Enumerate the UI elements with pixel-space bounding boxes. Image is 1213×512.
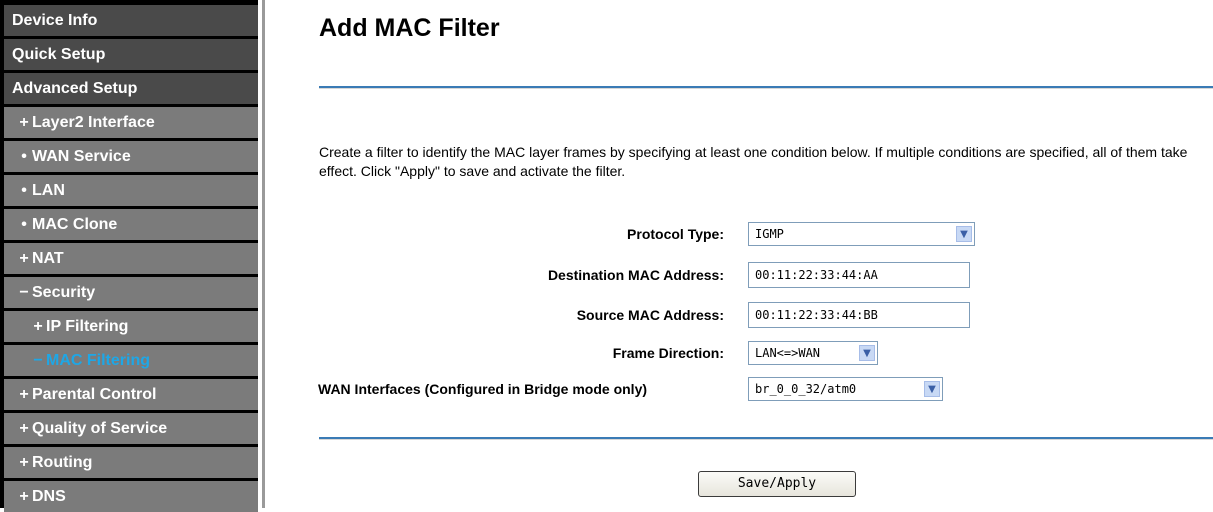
sidebar-item-label: LAN: [32, 182, 65, 199]
sidebar-item-label: Device Info: [12, 12, 98, 29]
protocol-type-value: IGMP: [755, 227, 784, 241]
frame-direction-select[interactable]: LAN<=>WAN ▼: [748, 341, 878, 365]
sidebar-item-dns[interactable]: + DNS: [4, 481, 258, 512]
protocol-type-label: Protocol Type:: [627, 226, 724, 242]
sidebar-item-device-info[interactable]: Device Info: [4, 5, 258, 36]
sidebar-item-label: IP Filtering: [46, 318, 129, 335]
sidebar-item-mac-filtering[interactable]: − MAC Filtering: [4, 345, 258, 376]
page-title: Add MAC Filter: [319, 14, 500, 42]
sidebar-item-parental-control[interactable]: + Parental Control: [4, 379, 258, 410]
sidebar-item-label: Security: [32, 284, 96, 301]
expand-plus-icon: +: [19, 386, 29, 403]
collapse-minus-icon: −: [33, 352, 43, 369]
expand-plus-icon: +: [19, 488, 29, 505]
main-content: Add MAC Filter Create a filter to identi…: [265, 0, 1213, 508]
sidebar-item-label: Quality of Service: [32, 420, 168, 437]
sidebar-item-routing[interactable]: + Routing: [4, 447, 258, 478]
sidebar-item-label: Routing: [32, 454, 93, 471]
source-mac-input[interactable]: 00:11:22:33:44:BB: [748, 302, 970, 328]
sidebar-item-label: Quick Setup: [12, 46, 106, 63]
sidebar-item-ip-filtering[interactable]: + IP Filtering: [4, 311, 258, 342]
sidebar-item-nat[interactable]: + NAT: [4, 243, 258, 274]
sidebar-item-label: MAC Filtering: [46, 352, 150, 369]
sidebar-item-advanced-setup[interactable]: Advanced Setup: [4, 73, 258, 104]
chevron-down-icon: ▼: [859, 345, 875, 361]
sidebar-item-label: Layer2 Interface: [32, 114, 155, 131]
bullet-icon: •: [21, 216, 27, 233]
expand-plus-icon: +: [19, 454, 29, 471]
protocol-type-select[interactable]: IGMP ▼: [748, 222, 975, 246]
sidebar-item-quick-setup[interactable]: Quick Setup: [4, 39, 258, 70]
expand-plus-icon: +: [33, 318, 43, 335]
sidebar-item-layer2-interface[interactable]: + Layer2 Interface: [4, 107, 258, 138]
sidebar-item-label: MAC Clone: [32, 216, 118, 233]
sidebar-item-label: Parental Control: [32, 386, 157, 403]
source-mac-label: Source MAC Address:: [576, 307, 724, 323]
bullet-icon: •: [21, 148, 27, 165]
sidebar-item-wan-service[interactable]: • WAN Service: [4, 141, 258, 172]
expand-plus-icon: +: [19, 250, 29, 267]
frame-direction-value: LAN<=>WAN: [755, 346, 821, 360]
sidebar-item-lan[interactable]: • LAN: [4, 175, 258, 206]
sidebar-item-label: Advanced Setup: [12, 80, 138, 97]
page-description: Create a filter to identify the MAC laye…: [319, 144, 1188, 179]
sidebar-item-security[interactable]: − Security: [4, 277, 258, 308]
sidebar-item-label: DNS: [32, 488, 66, 505]
collapse-minus-icon: −: [19, 284, 29, 301]
wan-interfaces-select[interactable]: br_0_0_32/atm0 ▼: [748, 377, 943, 401]
sidebar-item-label: WAN Service: [32, 148, 131, 165]
divider-bottom: [319, 437, 1213, 440]
destination-mac-input[interactable]: 00:11:22:33:44:AA: [748, 262, 970, 288]
sidebar-item-mac-clone[interactable]: • MAC Clone: [4, 209, 258, 240]
bullet-icon: •: [21, 182, 27, 199]
expand-plus-icon: +: [19, 114, 29, 131]
expand-plus-icon: +: [19, 420, 29, 437]
wan-interfaces-label: WAN Interfaces (Configured in Bridge mod…: [318, 381, 648, 397]
sidebar-nav: Device Info Quick Setup Advanced Setup +…: [0, 0, 258, 512]
divider-top: [319, 86, 1213, 89]
frame-direction-label: Frame Direction:: [612, 345, 724, 361]
chevron-down-icon: ▼: [924, 381, 940, 397]
chevron-down-icon: ▼: [956, 226, 972, 242]
save-apply-button[interactable]: Save/Apply: [698, 471, 856, 497]
wan-interfaces-value: br_0_0_32/atm0: [755, 382, 857, 396]
sidebar-item-quality-of-service[interactable]: + Quality of Service: [4, 413, 258, 444]
sidebar-item-label: NAT: [32, 250, 64, 267]
destination-mac-label: Destination MAC Address:: [547, 267, 724, 283]
